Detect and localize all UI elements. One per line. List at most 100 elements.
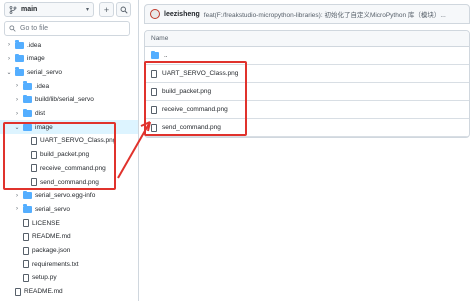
tree-file-item[interactable]: receive_command.png <box>0 161 138 175</box>
folder-icon <box>23 122 32 131</box>
file-icon <box>23 273 29 282</box>
branch-icon <box>9 5 17 14</box>
file-table: Name .. UART_SERVO_Class.png build_packet… <box>144 30 470 138</box>
file-icon <box>31 136 37 145</box>
tree-file-item[interactable]: README.md <box>0 230 138 244</box>
tree-folder-item[interactable]: › serial_servo.egg-info <box>0 189 138 203</box>
parent-directory-link[interactable]: .. <box>164 52 168 59</box>
tree-item-label: .idea <box>35 82 50 90</box>
avatar[interactable] <box>150 9 160 19</box>
file-row[interactable]: UART_SERVO_Class.png <box>145 65 469 83</box>
tree-file-item[interactable]: setup.py <box>0 271 138 285</box>
chevron-down-icon: ▾ <box>85 7 89 13</box>
tree-item-label: send_command.png <box>40 178 99 186</box>
file-row[interactable]: build_packet.png <box>145 83 469 101</box>
folder-icon <box>23 108 32 117</box>
folder-icon <box>23 204 32 213</box>
file-link[interactable]: build_packet.png <box>162 88 211 95</box>
search-icon <box>120 6 128 14</box>
parent-directory-row[interactable]: .. <box>145 47 469 65</box>
folder-icon <box>23 94 32 104</box>
file-icon <box>151 87 157 96</box>
chevron-right-icon[interactable]: › <box>14 193 20 199</box>
folder-icon <box>15 53 24 63</box>
file-row[interactable]: send_command.png <box>145 119 469 137</box>
file-link[interactable]: receive_command.png <box>162 106 228 113</box>
tree-file-item[interactable]: UART_SERVO_Class.png <box>0 134 138 148</box>
latest-commit-bar: leezisheng feat(F:/freakstudio-micropyth… <box>144 4 470 24</box>
folder-icon <box>151 50 159 59</box>
folder-icon <box>15 67 24 76</box>
tree-item-label: build_packet.png <box>40 151 90 159</box>
file-icon <box>151 105 157 114</box>
folder-icon <box>23 190 32 200</box>
file-icon <box>23 260 29 269</box>
tree-file-item[interactable]: LICENSE <box>0 216 138 230</box>
go-to-file-placeholder: Go to file <box>20 25 49 32</box>
file-icon <box>15 287 21 296</box>
chevron-right-icon[interactable]: › <box>14 111 20 117</box>
search-icon <box>9 25 16 32</box>
tree-file-item[interactable]: build_packet.png <box>0 148 138 162</box>
file-link[interactable]: UART_SERVO_Class.png <box>162 70 238 77</box>
add-file-button[interactable]: + <box>99 2 114 17</box>
tree-item-label: image <box>35 123 53 131</box>
tree-item-label: setup.py <box>32 274 57 282</box>
branch-name: main <box>21 6 38 13</box>
commit-author[interactable]: leezisheng <box>164 11 200 18</box>
file-icon <box>23 232 29 241</box>
file-icon <box>23 219 29 228</box>
file-icon <box>23 246 29 255</box>
tree-item-label: .idea <box>27 41 42 49</box>
chevron-down-icon[interactable]: ⌄ <box>14 124 20 131</box>
tree-folder-item[interactable]: › dist <box>0 107 138 121</box>
tree-item-label: build/lib/serial_servo <box>35 96 94 104</box>
tree-folder-item[interactable]: ⌄ serial_servo <box>0 65 138 79</box>
branch-selector[interactable]: main ▾ <box>4 2 94 17</box>
tree-folder-item[interactable]: ⌄ image <box>0 120 138 135</box>
file-row[interactable]: receive_command.png <box>145 101 469 119</box>
tree-folder-item[interactable]: › .idea <box>0 38 138 52</box>
file-icon <box>151 69 157 78</box>
file-tree-sidebar: main ▾ + Go to file › .idea › image ⌄ serial_… <box>0 0 139 301</box>
tree-item-label: dist <box>35 110 46 117</box>
tree-item-label: UART_SERVO_Class.png <box>40 137 117 145</box>
file-link[interactable]: send_command.png <box>162 124 221 131</box>
chevron-right-icon[interactable]: › <box>6 56 12 62</box>
tree-item-label: serial_servo <box>27 68 63 76</box>
file-icon <box>31 178 37 186</box>
tree-file-item[interactable]: package.json <box>0 244 138 258</box>
tree-item-label: README.md <box>24 288 63 296</box>
tree-folder-item[interactable]: › image <box>0 52 138 66</box>
tree-file-item[interactable]: README.md <box>0 285 138 299</box>
search-button[interactable] <box>116 2 131 17</box>
file-icon <box>31 164 37 173</box>
folder-icon <box>15 40 24 49</box>
tree-item-label: README.md <box>32 233 71 241</box>
chevron-right-icon[interactable]: › <box>6 42 12 48</box>
chevron-right-icon[interactable]: › <box>14 97 20 103</box>
plus-icon: + <box>103 4 110 15</box>
commit-message[interactable]: feat(F:/freakstudio-micropython-librarie… <box>204 9 446 19</box>
tree-folder-item[interactable]: › .idea <box>0 79 138 93</box>
chevron-down-icon[interactable]: ⌄ <box>6 69 12 76</box>
chevron-right-icon[interactable]: › <box>14 83 20 89</box>
tree-item-label: serial_servo.egg-info <box>35 192 96 200</box>
chevron-right-icon[interactable]: › <box>14 206 20 212</box>
tree-file-item[interactable]: requirements.txt <box>0 257 138 271</box>
tree-folder-item[interactable]: › serial_servo <box>0 202 138 216</box>
tree-folder-item[interactable]: › build/lib/serial_servo <box>0 93 138 107</box>
tree-item-label: LICENSE <box>32 219 60 227</box>
table-header: Name <box>145 31 469 47</box>
tree-file-item[interactable]: send_command.png <box>0 175 138 189</box>
file-icon <box>151 123 157 132</box>
tree-item-label: image <box>27 55 45 63</box>
folder-icon <box>23 81 32 90</box>
tree-item-label: serial_servo <box>35 205 71 213</box>
file-icon <box>31 150 37 159</box>
go-to-file-input[interactable]: Go to file <box>4 21 130 36</box>
tree-item-label: receive_command.png <box>40 164 106 172</box>
name-column-header: Name <box>151 35 169 42</box>
tree-item-label: requirements.txt <box>32 260 79 268</box>
tree-item-label: package.json <box>32 247 71 254</box>
